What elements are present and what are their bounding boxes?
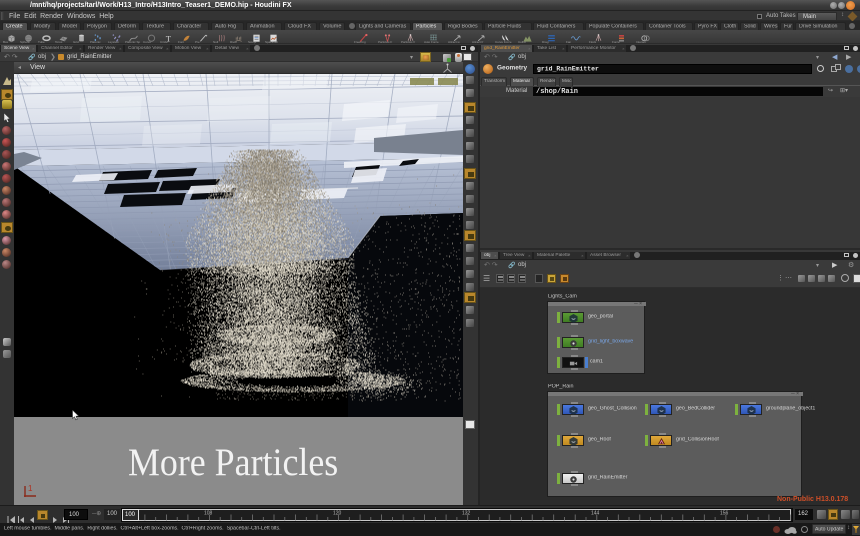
svg-text:108: 108 bbox=[204, 511, 213, 517]
svg-text:144: 144 bbox=[591, 511, 600, 517]
svg-text:120: 120 bbox=[333, 511, 342, 517]
svg-text:132: 132 bbox=[462, 511, 471, 517]
svg-text:156: 156 bbox=[720, 511, 729, 517]
svg-text:1: 1 bbox=[28, 484, 33, 493]
